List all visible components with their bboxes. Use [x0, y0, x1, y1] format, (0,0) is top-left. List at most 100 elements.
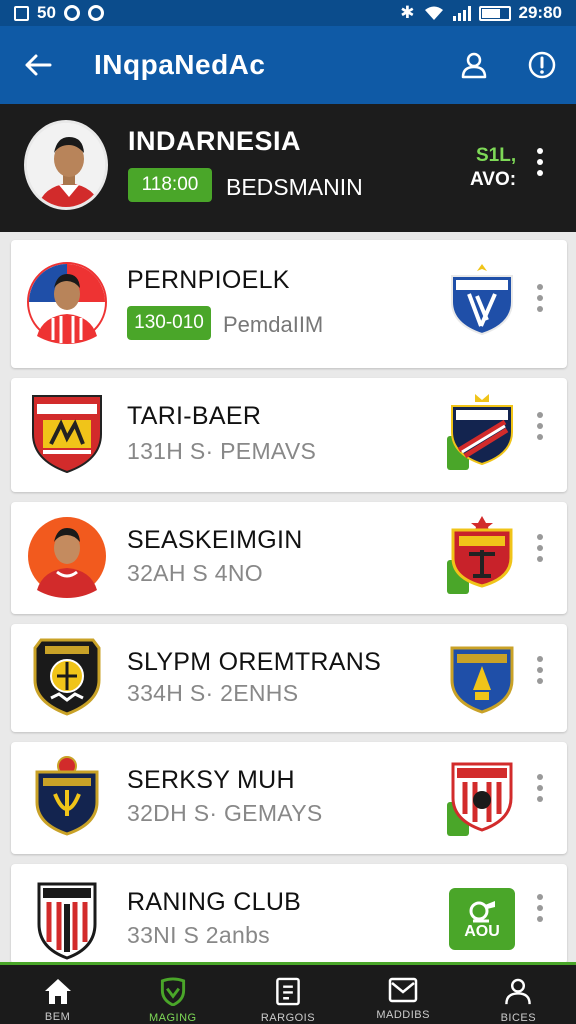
item-title: SEASKEIMGIN: [127, 526, 303, 554]
player-photo-icon: [27, 262, 107, 344]
shield-icon: [37, 882, 97, 960]
score-badge: 130-010: [127, 306, 211, 340]
club-logo: [27, 390, 107, 474]
home-icon: [44, 979, 71, 1004]
shield-icon: [451, 516, 513, 588]
bluetooth-icon: ✱: [400, 3, 415, 22]
info-button[interactable]: [508, 26, 576, 104]
club-logo: [27, 754, 107, 838]
item-more-button[interactable]: [530, 656, 550, 684]
header-more-button[interactable]: [530, 148, 550, 176]
item-more-button[interactable]: [530, 284, 550, 312]
profile-button[interactable]: [440, 26, 508, 104]
more-vertical-icon: [530, 774, 550, 802]
shield-icon: [32, 395, 102, 474]
team-crest: [447, 392, 517, 466]
featured-player-card[interactable]: INDARNESIA 118:00 BEDSMANIN S1L, AVO:: [0, 104, 576, 232]
status-time: 29:80: [518, 3, 562, 22]
item-more-button[interactable]: [530, 774, 550, 802]
item-title: PERNPIOELK: [127, 266, 290, 294]
player-avatar: [27, 260, 107, 344]
more-vertical-icon: [530, 412, 550, 440]
wifi-icon: [424, 6, 443, 20]
nav-item-messages[interactable]: MADDIBS: [346, 965, 461, 1024]
item-title: SLYPM OREMTRANS: [127, 648, 382, 676]
more-vertical-icon: [530, 284, 550, 312]
nav-label: MAGING: [148, 1012, 197, 1024]
item-title: SERKSY MUH: [127, 766, 295, 794]
app-title: INqpaNedAc: [94, 49, 266, 80]
more-vertical-icon: [530, 534, 550, 562]
player-subtitle: BEDSMANIN: [226, 174, 363, 200]
item-subtitle: PemdaIIM: [223, 312, 324, 337]
add-button-label: AOU: [464, 923, 500, 940]
stat-bottom: AVO:: [470, 169, 517, 190]
item-subtitle: 33NI S 2anbs: [127, 922, 270, 948]
shield-icon: [451, 264, 513, 336]
club-logo: [27, 878, 107, 962]
user-icon: [461, 52, 487, 79]
back-button[interactable]: [0, 26, 76, 104]
item-subtitle: 32AH S 4NO: [127, 560, 263, 586]
item-subtitle: 334H S· 2ENHS: [127, 680, 299, 706]
player-avatar: [24, 120, 108, 210]
list-item[interactable]: RANING CLUB 33NI S 2anbs AOU: [11, 864, 567, 964]
nav-label: MADDIBS: [376, 1009, 430, 1021]
mail-icon: [388, 977, 418, 1003]
shield-check-icon: [160, 977, 185, 1006]
add-button[interactable]: AOU: [449, 888, 515, 950]
nav-item-matches[interactable]: MAGING: [115, 965, 230, 1024]
nav-label: RARGOIS: [260, 1012, 316, 1024]
score-badge: 118:00: [128, 168, 212, 202]
item-more-button[interactable]: [530, 534, 550, 562]
item-more-button[interactable]: [530, 412, 550, 440]
stat-top: S1L,: [475, 145, 517, 166]
team-crest: [447, 262, 517, 336]
more-vertical-icon: [530, 148, 550, 176]
record-icon: [63, 5, 80, 21]
list-item[interactable]: SLYPM OREMTRANS 334H S· 2ENHS: [11, 624, 567, 732]
arrow-left-icon: [25, 54, 52, 76]
info-icon: [528, 51, 556, 79]
signal-icon: [452, 5, 471, 21]
bottom-navigation: BEM MAGING RARGOIS MADDIBS BICES: [0, 962, 576, 1024]
nav-item-home[interactable]: BEM: [0, 965, 115, 1024]
shield-icon: [451, 762, 513, 832]
status-left-text: 50: [37, 3, 56, 22]
list-item[interactable]: TARI-BAER 131H S· PEMAVS: [11, 378, 567, 492]
team-crest: [447, 514, 517, 588]
player-photo-icon: [27, 123, 105, 207]
status-bar: 50 ✱ 29:80: [0, 0, 576, 26]
more-vertical-icon: [530, 894, 550, 922]
notification-icon: [14, 5, 29, 21]
item-subtitle: 131H S· PEMAVS: [127, 438, 317, 464]
item-subtitle: 32DH S· GEMAYS: [127, 800, 323, 826]
more-vertical-icon: [530, 656, 550, 684]
whistle-icon: [469, 901, 495, 923]
nav-item-profile[interactable]: BICES: [461, 965, 576, 1024]
nav-item-records[interactable]: RARGOIS: [230, 965, 345, 1024]
player-photo-icon: [28, 517, 106, 598]
shield-icon: [33, 638, 101, 716]
app-bar: INqpaNedAc: [0, 26, 576, 104]
player-avatar: [27, 514, 107, 598]
item-title: TARI-BAER: [127, 402, 262, 430]
status-left: 50: [14, 3, 104, 23]
player-stat: S1L, AVO:: [470, 144, 516, 192]
list-item[interactable]: SEASKEIMGIN 32AH S 4NO: [11, 502, 567, 614]
nav-label: BEM: [44, 1011, 71, 1023]
nav-label: BICES: [500, 1012, 537, 1024]
list-item[interactable]: SERKSY MUH 32DH S· GEMAYS: [11, 742, 567, 854]
club-logo: [27, 634, 107, 718]
user-icon: [505, 978, 532, 1005]
shield-icon: [450, 646, 514, 714]
list-item[interactable]: PERNPIOELK 130-010 PemdaIIM: [11, 240, 567, 368]
battery-icon: [478, 5, 511, 21]
status-right: ✱ 29:80: [400, 3, 562, 23]
team-crest: [447, 758, 517, 832]
clipboard-icon: [276, 977, 300, 1006]
player-name: INDARNESIA: [128, 126, 302, 156]
shield-icon: [35, 756, 99, 836]
shield-icon: [451, 394, 513, 466]
item-more-button[interactable]: [530, 894, 550, 922]
